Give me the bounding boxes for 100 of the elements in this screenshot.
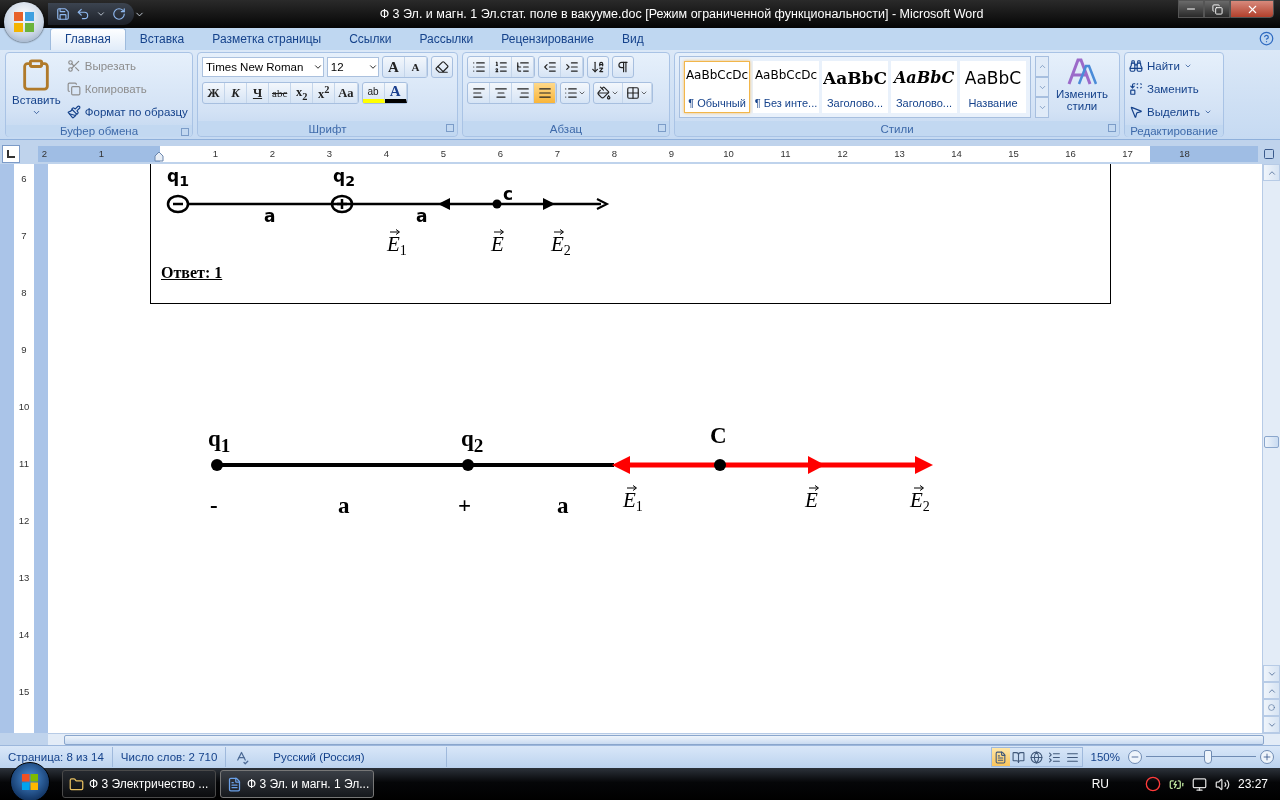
font-style-button[interactable]: Ж (203, 83, 225, 103)
save-icon[interactable] (56, 7, 70, 21)
zoom-in-button[interactable] (1260, 750, 1274, 764)
clipboard-command[interactable]: Формат по образцу (66, 102, 188, 122)
language-status[interactable]: Русский (Россия) (257, 747, 448, 767)
shading-button[interactable] (594, 83, 623, 103)
minimize-button[interactable] (1178, 0, 1204, 18)
font-style-button[interactable]: abc (269, 83, 292, 103)
point-dot (492, 199, 502, 209)
undo-icon[interactable] (76, 7, 90, 21)
charge-label: q$_{2}$ (461, 427, 484, 455)
volume-icon[interactable] (1214, 776, 1230, 792)
font-style-button[interactable]: Aa (335, 83, 358, 103)
style-gallery-item[interactable]: AaBbC Заголово... (822, 61, 888, 113)
ribbon-tab[interactable]: Рецензирование (487, 29, 608, 50)
ruler-number: 1 (211, 147, 220, 161)
style-gallery-item[interactable]: AaBbCcDc ¶ Обычный (684, 61, 750, 113)
charge-dot (462, 459, 474, 471)
ribbon-tab[interactable]: Вид (607, 29, 658, 50)
positive-charge-drawing (330, 194, 354, 214)
font-name-field[interactable]: Times New Roman (202, 57, 324, 77)
paste-button[interactable]: Вставить (10, 56, 63, 122)
charge-label: q$_{2}$ (333, 168, 356, 189)
font-style-button[interactable]: Ч (247, 83, 269, 103)
view-icon (1048, 750, 1062, 764)
scroll-thumb[interactable] (1264, 436, 1279, 448)
caret-icon (640, 89, 648, 97)
caret-icon (1183, 62, 1192, 70)
sort-button[interactable] (587, 56, 609, 78)
indent-marker-icon[interactable] (153, 152, 164, 162)
field-vector-label: E (805, 490, 818, 511)
change-styles-button[interactable]: Изменить стили (1053, 56, 1111, 118)
show-marks-button[interactable] (612, 56, 634, 78)
spelling-check-icon[interactable] (234, 749, 250, 765)
clear-formatting-button[interactable] (431, 56, 453, 78)
ribbon-tab[interactable]: Ссылки (335, 29, 406, 50)
negative-charge-drawing (166, 194, 190, 214)
ribbon-tab[interactable]: Рассылки (405, 29, 488, 50)
point-label: C (710, 424, 727, 447)
font-style-button[interactable]: x$^{2}$ (313, 83, 336, 103)
pointer-icon (1129, 105, 1143, 119)
taskbar-item[interactable]: Ф 3 Электричество ... (62, 770, 216, 798)
paintbrush-icon (66, 105, 81, 119)
editing-command[interactable]: Выделить (1129, 102, 1213, 122)
target-icon[interactable] (1144, 776, 1161, 792)
charge-dot (211, 459, 223, 471)
ribbon-tab[interactable]: Разметка страницы (198, 29, 336, 50)
vector-arrow-icon (809, 485, 819, 491)
dropdown-caret-icon[interactable] (96, 9, 106, 19)
editing-command[interactable]: Найти (1129, 56, 1213, 76)
zoom-level[interactable]: 150% (1082, 751, 1128, 763)
arrowhead-right (543, 198, 555, 210)
align-button[interactable] (534, 83, 556, 103)
ruler-number: 1 (97, 147, 106, 161)
style-gallery-item[interactable]: AaBbCcDc ¶ Без инте... (753, 61, 819, 113)
distance-label: a (557, 494, 569, 517)
highlight-button[interactable]: ab (362, 83, 385, 103)
redo-icon[interactable] (112, 7, 126, 21)
word-count[interactable]: Число слов: 2 710 (112, 747, 227, 767)
office-button[interactable] (4, 2, 44, 42)
style-gallery-item[interactable]: AaBbC Название (960, 61, 1026, 113)
view-mode-button[interactable] (991, 748, 1010, 766)
charge-label: q$_{1}$ (167, 168, 190, 189)
editing-command[interactable]: Заменить (1129, 79, 1213, 99)
restore-icon (1211, 3, 1223, 15)
network-icon[interactable] (1191, 776, 1207, 792)
font-style-button[interactable]: x$_{2}$ (291, 83, 314, 103)
line-spacing-button[interactable] (560, 82, 590, 104)
ruler-number: 14 (17, 628, 31, 642)
ruler-number: 8 (610, 147, 619, 161)
font-color-button[interactable]: A (384, 83, 407, 103)
tab-stop-icon (7, 150, 15, 158)
taskbar-item[interactable]: Ф 3 Эл. и магн. 1 Эл... (220, 770, 374, 798)
zoom-out-button[interactable] (1128, 750, 1142, 764)
font-size-field[interactable]: 12 (326, 57, 379, 77)
shrink-font-button[interactable]: A (405, 57, 427, 77)
ruler-number: 3 (325, 147, 334, 161)
restore-button[interactable] (1204, 0, 1230, 18)
font-style-button[interactable]: К (225, 83, 247, 103)
tab-selector-button[interactable] (2, 145, 20, 163)
ruler-number: 9 (667, 147, 676, 161)
ribbon-tab[interactable]: Вставка (125, 29, 199, 50)
ruler-number: 8 (20, 286, 28, 300)
ribbon-tab[interactable]: Главная (50, 28, 126, 50)
field-vector-label: E$_{2}$ (551, 234, 571, 255)
clock[interactable]: 23:27 (1237, 777, 1268, 791)
help-icon[interactable] (1259, 31, 1274, 46)
zoom-slider-thumb[interactable] (1203, 750, 1212, 764)
view-mode-button[interactable] (1027, 748, 1046, 766)
ruler-number: 2 (40, 147, 49, 161)
start-button[interactable] (10, 762, 50, 800)
input-language[interactable]: RU (1091, 777, 1109, 791)
style-gallery-item[interactable]: AaBbC Заголово... (891, 61, 957, 113)
arrowhead-left (438, 198, 450, 210)
close-button[interactable] (1230, 0, 1274, 18)
view-ruler-icon[interactable] (1263, 148, 1275, 160)
grow-font-button[interactable]: A (383, 57, 405, 77)
align-icon (537, 86, 552, 100)
pilcrow-icon (616, 60, 630, 74)
horizontal-scroll-thumb[interactable] (64, 734, 1264, 745)
